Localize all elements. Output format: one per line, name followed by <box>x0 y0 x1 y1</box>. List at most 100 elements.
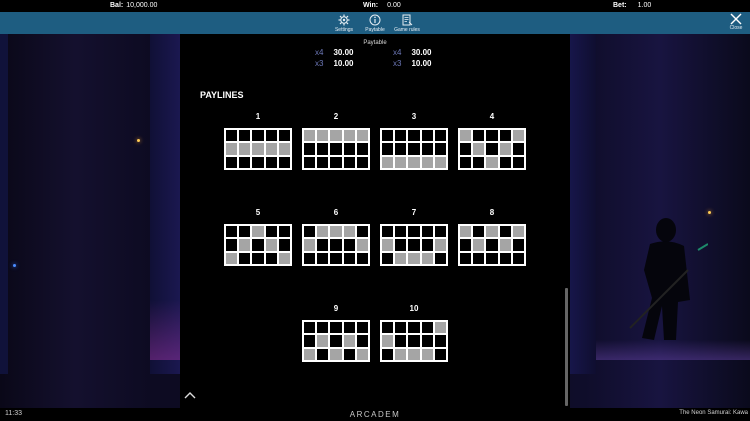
payline-cell <box>316 142 330 156</box>
payline-cell <box>511 142 525 156</box>
payline-number: 6 <box>333 208 339 217</box>
payline-cell-active <box>459 129 473 143</box>
payline-cell-active <box>316 334 330 348</box>
payline-cell <box>420 321 434 335</box>
payline-cell-active <box>225 142 239 156</box>
payline-cell-active <box>498 238 512 252</box>
payline-cell <box>394 129 408 143</box>
payline-cell-active <box>511 225 525 239</box>
payline-cell <box>329 238 343 252</box>
game-rules-button[interactable]: Game rules <box>392 14 422 33</box>
payline-cell <box>225 238 239 252</box>
payline-cell-active <box>264 142 278 156</box>
payline-cell-active <box>251 225 265 239</box>
pay-multiplier: x4 <box>393 48 402 57</box>
payline-cell-active <box>498 142 512 156</box>
payline-cell <box>433 334 447 348</box>
payline-cell <box>498 129 512 143</box>
payline-cell <box>511 155 525 169</box>
payline-cell <box>277 129 291 143</box>
payline-cell <box>355 321 369 335</box>
close-button[interactable]: Close <box>726 13 746 31</box>
bet-display: Bet: 1.00 <box>613 2 651 9</box>
payline-cell <box>225 155 239 169</box>
payline-cell-active <box>459 225 473 239</box>
payline-cell-active <box>316 225 330 239</box>
status-bar: Bal: 10,000.00 Win: 0.00 Bet: 1.00 <box>0 0 750 12</box>
payline-cell <box>238 251 252 265</box>
payline-cell <box>316 347 330 361</box>
win-display: Win: 0.00 <box>363 2 401 9</box>
gear-icon <box>338 14 350 26</box>
background-pillar-right <box>570 34 596 374</box>
payline-cell <box>225 225 239 239</box>
payline-cell <box>238 225 252 239</box>
payline-cell-active <box>485 225 499 239</box>
payline-cell <box>342 347 356 361</box>
paytable-panel[interactable]: Paytable x4 30.00 x4 30.00 x3 10.00 x3 10.00… <box>180 34 570 408</box>
chevron-up-icon[interactable] <box>184 390 196 400</box>
payline-cell <box>498 225 512 239</box>
payline-cell <box>316 155 330 169</box>
payline-cell-active <box>303 347 317 361</box>
payline-cell <box>329 321 343 335</box>
payline-cell-active <box>355 129 369 143</box>
payline-cell <box>485 251 499 265</box>
payline-cell-active <box>472 238 486 252</box>
payline-cell <box>303 225 317 239</box>
pay-multiplier: x3 <box>393 59 402 68</box>
payline-cell <box>498 155 512 169</box>
settings-button[interactable]: Settings <box>329 14 359 33</box>
payline-cell <box>238 155 252 169</box>
payline-cell <box>342 238 356 252</box>
payline-cell <box>277 225 291 239</box>
payline-cell <box>303 321 317 335</box>
payline-cell <box>472 251 486 265</box>
payline-cell-active <box>472 142 486 156</box>
payline-cell <box>472 155 486 169</box>
payline-cell <box>407 334 421 348</box>
payline-cell <box>381 142 395 156</box>
payline-6: 6 <box>302 208 370 266</box>
payline-cell <box>329 251 343 265</box>
payline-cell <box>407 129 421 143</box>
payline-cell <box>329 334 343 348</box>
game-title: The Neon Samurai: Kawa <box>679 410 748 416</box>
pay-row: x4 30.00 <box>315 48 353 57</box>
payline-cell-active <box>420 347 434 361</box>
close-label: Close <box>729 25 743 31</box>
payline-grid <box>380 224 448 266</box>
payline-grid <box>302 128 370 170</box>
payline-cell <box>277 238 291 252</box>
payline-number: 8 <box>489 208 495 217</box>
pay-row: x3 10.00 <box>315 59 353 68</box>
payline-5: 5 <box>224 208 292 266</box>
payline-cell-active <box>381 238 395 252</box>
payline-cell-active <box>342 225 356 239</box>
payline-cell <box>420 334 434 348</box>
brand-logo: ARCADEM <box>349 410 401 419</box>
payline-cell-active <box>329 347 343 361</box>
payline-grid <box>380 320 448 362</box>
payline-cell <box>485 142 499 156</box>
settings-label: Settings <box>334 27 354 33</box>
payline-cell <box>433 225 447 239</box>
scrollbar[interactable] <box>565 288 568 406</box>
payline-cell <box>394 142 408 156</box>
payline-cell <box>394 225 408 239</box>
payline-cell <box>251 251 265 265</box>
paytable-button[interactable]: Paytable <box>360 14 390 33</box>
payline-cell <box>420 129 434 143</box>
win-value: 0.00 <box>387 2 401 9</box>
paytable-label: Paytable <box>365 27 385 33</box>
pay-value: 30.00 <box>333 48 354 57</box>
payline-cell <box>303 334 317 348</box>
payline-2: 2 <box>302 112 370 170</box>
payline-cell <box>303 251 317 265</box>
balance-display: Bal: 10,000.00 <box>110 2 157 9</box>
payline-cell-active <box>485 155 499 169</box>
payline-cell-active <box>316 129 330 143</box>
payline-cell-active <box>394 251 408 265</box>
payline-number: 9 <box>333 304 339 313</box>
payline-cell <box>355 251 369 265</box>
